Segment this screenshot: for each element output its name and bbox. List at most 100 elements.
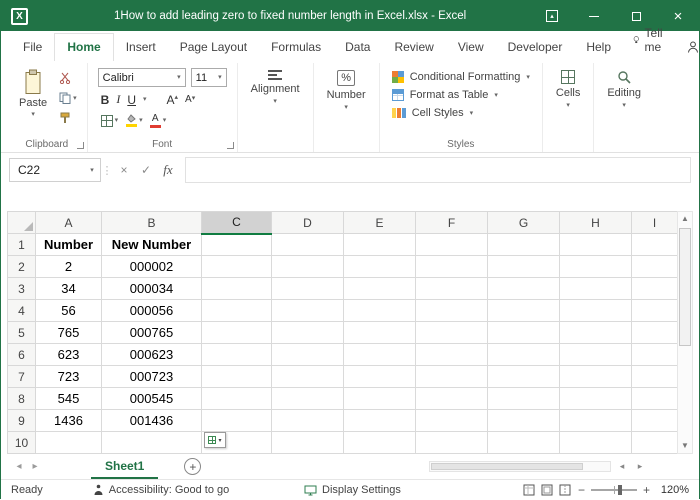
borders-button[interactable]: ▾: [101, 114, 119, 128]
column-header-D[interactable]: D: [272, 212, 344, 234]
cell-B5[interactable]: 000765: [102, 322, 202, 344]
tab-insert[interactable]: Insert: [114, 34, 168, 61]
cell-A10[interactable]: [36, 432, 102, 454]
cell-D9[interactable]: [272, 410, 344, 432]
cell-E4[interactable]: [344, 300, 416, 322]
paste-button[interactable]: Paste ▾: [11, 65, 55, 138]
column-header-F[interactable]: F: [416, 212, 488, 234]
decrease-font-size-button[interactable]: A▾: [185, 94, 195, 105]
cell-F4[interactable]: [416, 300, 488, 322]
cell-A7[interactable]: 723: [36, 366, 102, 388]
cell-B6[interactable]: 000623: [102, 344, 202, 366]
cell-H5[interactable]: [560, 322, 632, 344]
sheet-nav-right-arrow[interactable]: ▸: [27, 461, 43, 472]
normal-view-icon[interactable]: [523, 484, 535, 496]
zoom-slider-thumb[interactable]: [618, 485, 622, 495]
tab-home[interactable]: Home: [54, 33, 113, 61]
tab-developer[interactable]: Developer: [496, 34, 575, 61]
cell-C7[interactable]: [202, 366, 272, 388]
bold-button[interactable]: B: [101, 93, 110, 107]
page-layout-view-icon[interactable]: [541, 484, 553, 496]
editing-button[interactable]: Editing ▾: [598, 65, 650, 138]
cell-F5[interactable]: [416, 322, 488, 344]
cell-D4[interactable]: [272, 300, 344, 322]
column-header-G[interactable]: G: [488, 212, 560, 234]
cell-G3[interactable]: [488, 278, 560, 300]
number-button[interactable]: % Number ▾: [318, 65, 375, 138]
conditional-formatting-button[interactable]: Conditional Formatting ▾: [392, 71, 530, 83]
cell-B9[interactable]: 001436: [102, 410, 202, 432]
copy-dropdown-chevron[interactable]: ▾: [73, 95, 77, 102]
cell-C5[interactable]: [202, 322, 272, 344]
new-sheet-button[interactable]: +: [184, 458, 201, 475]
cell-H8[interactable]: [560, 388, 632, 410]
font-name-combobox[interactable]: Calibri ▾: [98, 68, 186, 87]
cell-D7[interactable]: [272, 366, 344, 388]
cell-F3[interactable]: [416, 278, 488, 300]
cell-G1[interactable]: [488, 234, 560, 256]
cell-I8[interactable]: [632, 388, 678, 410]
horizontal-scroll-thumb[interactable]: [431, 463, 583, 470]
tab-data[interactable]: Data: [333, 34, 382, 61]
cell-E2[interactable]: [344, 256, 416, 278]
row-header-7[interactable]: 7: [8, 366, 36, 388]
cell-F1[interactable]: [416, 234, 488, 256]
cell-C6[interactable]: [202, 344, 272, 366]
tab-page-layout[interactable]: Page Layout: [168, 34, 259, 61]
formula-input[interactable]: [185, 157, 691, 183]
cell-D6[interactable]: [272, 344, 344, 366]
row-header-5[interactable]: 5: [8, 322, 36, 344]
cell-F2[interactable]: [416, 256, 488, 278]
cell-E1[interactable]: [344, 234, 416, 256]
cells-button[interactable]: Cells ▾: [547, 65, 589, 138]
cell-G5[interactable]: [488, 322, 560, 344]
tab-file[interactable]: File: [11, 34, 54, 61]
cell-E6[interactable]: [344, 344, 416, 366]
cell-D2[interactable]: [272, 256, 344, 278]
cancel-entry-button[interactable]: ×: [113, 158, 135, 182]
cell-I2[interactable]: [632, 256, 678, 278]
cell-C1[interactable]: [202, 234, 272, 256]
cell-A1[interactable]: Number: [36, 234, 102, 256]
display-settings-button[interactable]: Display Settings: [304, 484, 401, 496]
cell-G8[interactable]: [488, 388, 560, 410]
name-box[interactable]: C22 ▾: [9, 158, 101, 182]
cell-C9[interactable]: [202, 410, 272, 432]
cell-F9[interactable]: [416, 410, 488, 432]
cell-D8[interactable]: [272, 388, 344, 410]
hscroll-right-arrow[interactable]: ▸: [633, 461, 647, 472]
zoom-level[interactable]: 120%: [657, 484, 689, 496]
cell-E8[interactable]: [344, 388, 416, 410]
cell-A4[interactable]: 56: [36, 300, 102, 322]
cell-H10[interactable]: [560, 432, 632, 454]
alignment-button[interactable]: Alignment ▾: [242, 65, 309, 138]
zoom-out-button[interactable]: −: [578, 484, 585, 496]
format-as-table-button[interactable]: Format as Table ▾: [392, 89, 530, 101]
cell-G6[interactable]: [488, 344, 560, 366]
cell-E9[interactable]: [344, 410, 416, 432]
cell-C4[interactable]: [202, 300, 272, 322]
font-dialog-launcher[interactable]: [227, 142, 234, 149]
cell-E7[interactable]: [344, 366, 416, 388]
cell-C8[interactable]: [202, 388, 272, 410]
row-header-1[interactable]: 1: [8, 234, 36, 256]
format-painter-button[interactable]: [59, 111, 77, 125]
font-size-combobox[interactable]: 11 ▾: [191, 68, 227, 87]
cell-C3[interactable]: [202, 278, 272, 300]
increase-font-size-button[interactable]: A▴: [167, 93, 179, 107]
tab-review[interactable]: Review: [382, 34, 445, 61]
zoom-slider[interactable]: [591, 489, 637, 491]
cell-F8[interactable]: [416, 388, 488, 410]
scroll-down-arrow[interactable]: ▼: [678, 439, 692, 453]
excel-app-icon[interactable]: X: [11, 8, 28, 25]
cell-F7[interactable]: [416, 366, 488, 388]
scroll-up-arrow[interactable]: ▲: [678, 212, 692, 226]
cell-B1[interactable]: New Number: [102, 234, 202, 256]
autofill-options-button[interactable]: ▾: [204, 432, 226, 448]
tab-view[interactable]: View: [446, 34, 496, 61]
clipboard-dialog-launcher[interactable]: [77, 142, 84, 149]
cell-D1[interactable]: [272, 234, 344, 256]
cell-B8[interactable]: 000545: [102, 388, 202, 410]
cell-A3[interactable]: 34: [36, 278, 102, 300]
cell-G4[interactable]: [488, 300, 560, 322]
